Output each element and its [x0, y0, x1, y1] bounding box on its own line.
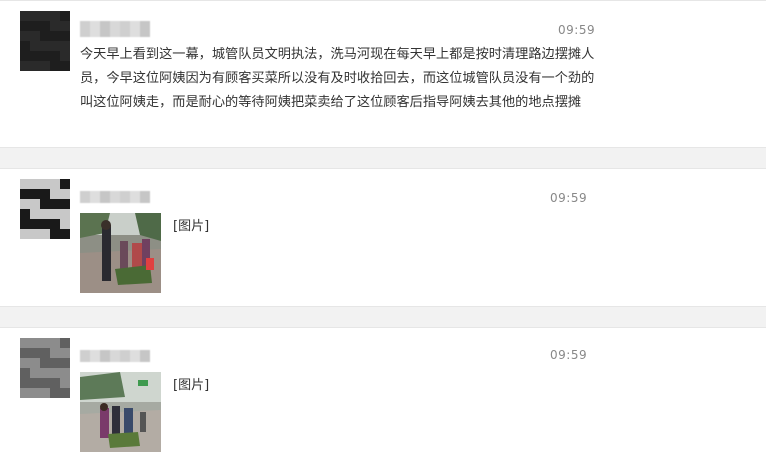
message-time: 09:59 — [558, 23, 596, 37]
sender-name-blurred — [80, 21, 150, 37]
photo-thumbnail[interactable] — [80, 372, 161, 452]
photo-thumbnail[interactable] — [80, 213, 161, 293]
message-text: 今天早上看到这一幕，城管队员文明执法，洗马河现在每天早上都是按时清理路边摆摊人员… — [80, 47, 595, 110]
image-placeholder-label: [图片] — [173, 219, 210, 234]
message-time: 09:59 — [550, 191, 588, 205]
message-card: 09:59 今天早上看到这一幕，城管队员文明执法，洗马河现在每天早上都是按时清理… — [0, 0, 766, 148]
image-placeholder-label: [图片] — [173, 378, 210, 393]
avatar[interactable] — [20, 179, 70, 239]
message-card: 09:59 [图片] — [0, 327, 766, 463]
avatar[interactable] — [20, 11, 70, 71]
message-card: 09:59 [图片] — [0, 168, 766, 307]
sender-name-blurred — [80, 350, 150, 362]
message-time: 09:59 — [550, 348, 588, 362]
sender-name-blurred — [80, 191, 150, 203]
avatar[interactable] — [20, 338, 70, 398]
